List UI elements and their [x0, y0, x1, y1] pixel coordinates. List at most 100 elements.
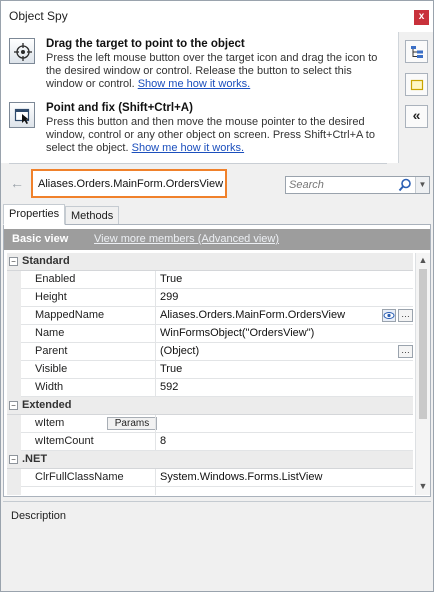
drag-target-help-link[interactable]: Show me how it works. [138, 78, 250, 90]
property-row[interactable]: Width 592 [7, 379, 413, 397]
column-divider [155, 433, 156, 451]
search-box[interactable]: Search ▼ [285, 176, 430, 194]
object-path-field[interactable]: Aliases.Orders.MainForm.OrdersView [31, 169, 227, 198]
column-divider [155, 307, 156, 325]
property-row[interactable]: wItemCount 8 [7, 433, 413, 451]
separator [9, 163, 387, 164]
property-row[interactable]: Height 299 [7, 289, 413, 307]
basic-view-label: Basic view [12, 233, 69, 245]
ellipsis-button[interactable]: … [398, 345, 413, 358]
column-divider [155, 289, 156, 307]
property-value[interactable]: WinFormsObject("OrdersView") [160, 327, 314, 339]
property-value[interactable]: True [160, 273, 182, 285]
property-value[interactable]: (Object) [160, 345, 199, 357]
row-gutter [7, 307, 21, 325]
description-label: Description [11, 510, 67, 522]
pointer-window-icon [14, 108, 30, 124]
close-button[interactable]: x [414, 10, 429, 25]
property-value[interactable]: Aliases.Orders.MainForm.OrdersView [160, 309, 345, 321]
property-name: Enabled [35, 273, 76, 285]
property-row-partial[interactable] [7, 487, 413, 495]
search-icon[interactable] [398, 178, 412, 192]
row-gutter [7, 487, 21, 495]
column-divider [155, 361, 156, 379]
search-dropdown-icon[interactable]: ▼ [415, 177, 429, 193]
row-gutter [7, 289, 21, 307]
back-arrow-icon[interactable]: ← [10, 175, 24, 191]
drag-target-description: Press the left mouse button over the tar… [46, 52, 391, 91]
property-value[interactable]: 592 [160, 381, 178, 393]
search-input[interactable]: Search [289, 179, 324, 191]
property-value[interactable]: True [160, 363, 182, 375]
collapse-icon[interactable]: − [9, 401, 18, 410]
window-title: Object Spy [9, 9, 68, 23]
row-gutter [7, 325, 21, 343]
property-row[interactable]: Name WinFormsObject("OrdersView") [7, 325, 413, 343]
point-fix-heading: Point and fix (Shift+Ctrl+A) [46, 102, 193, 114]
property-name: Name [35, 327, 65, 339]
vertical-scrollbar[interactable]: ▲ ▼ [415, 253, 430, 495]
collapse-icon[interactable]: − [9, 455, 18, 464]
drag-target-heading: Drag the target to point to the object [46, 38, 245, 50]
instructions-area: Drag the target to point to the object P… [1, 32, 399, 163]
row-gutter [7, 379, 21, 397]
row-gutter [7, 271, 21, 289]
ellipsis-button[interactable]: … [398, 309, 413, 322]
property-row[interactable]: ClrFullClassName System.Windows.Forms.Li… [7, 469, 413, 487]
category-row-standard[interactable]: − Standard [7, 253, 413, 271]
column-divider [155, 379, 156, 397]
property-row[interactable]: Visible True [7, 361, 413, 379]
scroll-up-icon[interactable]: ▲ [416, 253, 430, 267]
category-row-extended[interactable]: − Extended [7, 397, 413, 415]
point-and-fix-button[interactable] [9, 102, 35, 128]
category-name: Extended [22, 399, 72, 411]
object-tree-icon [411, 46, 423, 58]
advanced-view-link[interactable]: View more members (Advanced view) [94, 233, 279, 245]
properties-panel: Basic view View more members (Advanced v… [3, 224, 431, 497]
property-name: ClrFullClassName [35, 471, 124, 483]
column-divider [155, 487, 156, 495]
property-value[interactable]: System.Windows.Forms.ListView [160, 471, 322, 483]
drag-target-button[interactable] [9, 38, 35, 64]
row-gutter [7, 415, 21, 433]
property-value[interactable]: 299 [160, 291, 178, 303]
point-fix-help-link[interactable]: Show me how it works. [132, 142, 244, 154]
category-row-dotnet[interactable]: − .NET [7, 451, 413, 469]
column-divider [155, 343, 156, 361]
scroll-thumb[interactable] [419, 269, 427, 419]
crosshair-target-icon [14, 43, 32, 61]
tab-strip: Properties Methods [1, 204, 433, 225]
property-name: wItem [35, 417, 65, 429]
row-gutter [7, 361, 21, 379]
category-name: Standard [22, 255, 70, 267]
column-divider [155, 415, 156, 433]
property-row[interactable]: Enabled True [7, 271, 413, 289]
address-row: ← Aliases.Orders.MainForm.OrdersView Sea… [1, 169, 433, 199]
property-row[interactable]: wItem Params [7, 415, 413, 433]
property-row[interactable]: MappedName Aliases.Orders.MainForm.Order… [7, 307, 413, 325]
tab-methods[interactable]: Methods [65, 206, 120, 225]
object-tree-button[interactable] [405, 40, 428, 63]
point-fix-instruction: Point and fix (Shift+Ctrl+A) Press this … [9, 102, 394, 160]
highlight-button[interactable] [405, 73, 428, 96]
params-button[interactable]: Params [107, 417, 157, 430]
highlight-object-button[interactable] [382, 309, 396, 322]
collapse-panel-button[interactable]: « [405, 105, 428, 128]
row-gutter [7, 343, 21, 361]
panel-header: Basic view View more members (Advanced v… [4, 229, 430, 250]
collapse-icon[interactable]: − [9, 257, 18, 266]
property-row[interactable]: Parent (Object) … [7, 343, 413, 361]
row-gutter [7, 433, 21, 451]
double-chevron-left-icon: « [412, 107, 421, 123]
column-divider [155, 271, 156, 289]
scroll-down-icon[interactable]: ▼ [416, 479, 430, 493]
point-fix-description: Press this button and then move the mous… [46, 116, 391, 155]
tab-properties[interactable]: Properties [3, 204, 66, 225]
property-name: Width [35, 381, 64, 393]
property-name: wItemCount [35, 435, 94, 447]
right-toolbar: « [398, 32, 433, 163]
property-value[interactable]: 8 [160, 435, 166, 447]
property-name: MappedName [35, 309, 105, 321]
property-grid: − Standard Enabled True Height 299 Mappe… [7, 253, 413, 495]
description-panel: Description [3, 501, 431, 591]
